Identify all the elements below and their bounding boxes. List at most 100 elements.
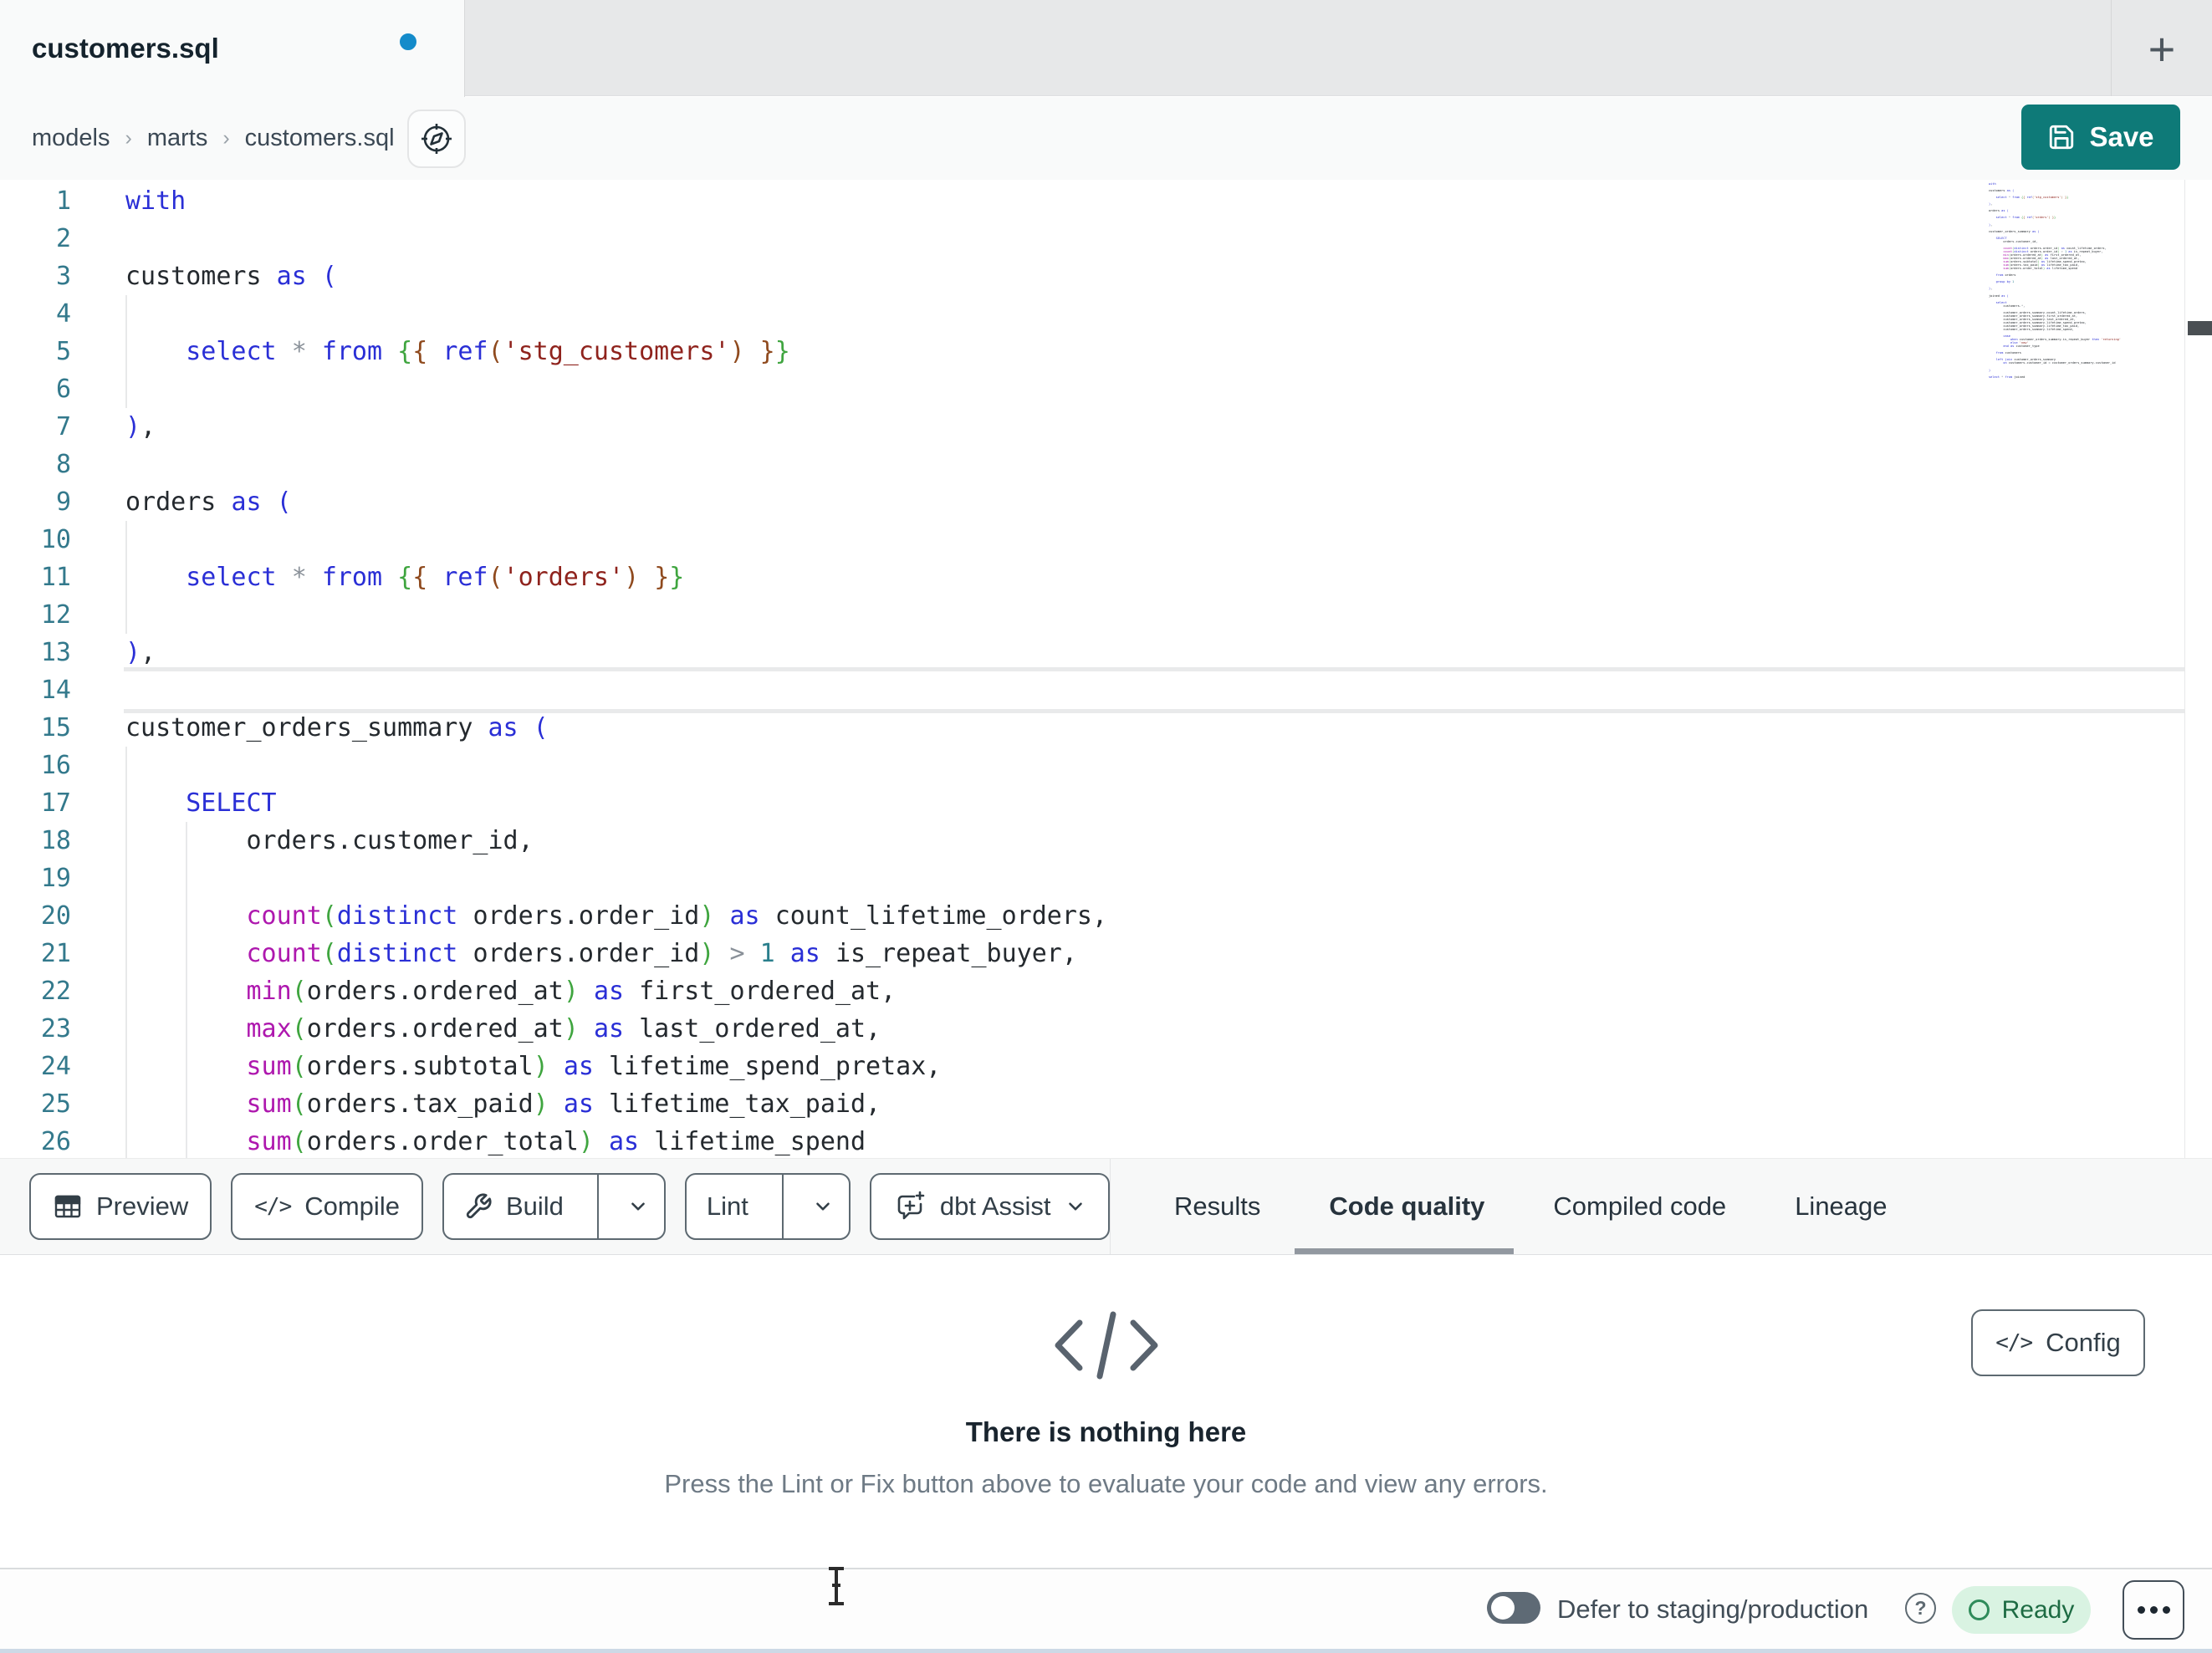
line-number: 7 [55, 412, 71, 441]
code-brackets-icon: </> [254, 1194, 292, 1219]
editor-action-buttons: Preview </> Compile Build Lint dbt Assis… [29, 1173, 1110, 1240]
config-button[interactable]: </> Config [1971, 1309, 2145, 1376]
line-number: 4 [55, 299, 71, 329]
line-number: 17 [40, 788, 71, 818]
code-line[interactable]: 20 count(distinct orders.order_id) as co… [0, 897, 2011, 935]
code-line[interactable]: 1 with [0, 182, 2011, 220]
text-cursor-pointer [824, 1565, 849, 1607]
code-line[interactable]: 11 select * from {{ ref('orders') }} [0, 559, 2011, 596]
file-tab-customers-sql[interactable]: customers.sql [0, 0, 465, 97]
status-bar: Defer to staging/production ? Ready [0, 1568, 2212, 1649]
tab-bar-divider [2111, 0, 2112, 96]
split-divider [596, 1175, 599, 1238]
tab-results[interactable]: Results [1174, 1191, 1260, 1222]
code-editor[interactable]: 1 with 2 3 customers as ( 4 5 select * from {{… [0, 180, 2212, 1162]
new-tab-button[interactable]: + [2131, 18, 2193, 79]
line-number: 10 [40, 525, 71, 554]
line-number: 19 [40, 864, 71, 893]
code-line[interactable]: 17 SELECT [0, 784, 2011, 822]
code-line[interactable]: 14 [0, 671, 2011, 709]
code-lines[interactable]: 1 with 2 3 customers as ( 4 5 select * from {{… [0, 182, 2011, 1161]
ellipsis-icon [2162, 1606, 2170, 1614]
code-line[interactable]: 26 sum(orders.order_total) as lifetime_s… [0, 1123, 2011, 1161]
line-number: 12 [40, 600, 71, 630]
line-number: 3 [55, 262, 71, 291]
code-line[interactable]: 19 [0, 860, 2011, 897]
code-line[interactable]: 22 min(orders.ordered_at) as first_order… [0, 972, 2011, 1010]
dbt-ide-window: customers.sql + models › marts › custome… [0, 0, 2212, 1653]
defer-toggle[interactable] [1487, 1592, 1540, 1624]
code-brackets-icon: </> [1995, 1330, 2033, 1355]
line-number: 2 [55, 224, 71, 253]
chevron-down-icon [627, 1196, 649, 1217]
code-line[interactable]: 18 orders.customer_id, [0, 822, 2011, 860]
lint-button-label: Lint [706, 1191, 748, 1221]
breadcrumb-bar: models › marts › customers.sql Save [0, 97, 2212, 180]
code-line[interactable]: 15 customer_orders_summary as ( [0, 709, 2011, 747]
line-number: 21 [40, 939, 71, 968]
code-line[interactable]: 3 customers as ( [0, 258, 2011, 295]
chevron-down-icon [1065, 1196, 1086, 1217]
action-bar-divider [1110, 1159, 1111, 1254]
code-line[interactable]: 2 [0, 220, 2011, 258]
result-panel-tabs: Results Code quality Compiled code Linea… [1174, 1159, 1888, 1254]
lint-split-button: Lint [684, 1173, 851, 1240]
more-options-button[interactable] [2123, 1580, 2184, 1640]
compile-button[interactable]: </> Compile [231, 1173, 423, 1240]
line-number: 13 [40, 638, 71, 667]
breadcrumb-separator: › [125, 126, 132, 150]
editor-scrollbar-thumb[interactable] [2188, 321, 2212, 335]
breadcrumb: models › marts › customers.sql [32, 97, 395, 180]
help-icon[interactable]: ? [1905, 1593, 1936, 1624]
code-line[interactable]: 5 select * from {{ ref('stg_customers') … [0, 333, 2011, 370]
code-line[interactable]: 16 [0, 747, 2011, 784]
code-line[interactable]: 7), [0, 408, 2011, 446]
code-line[interactable]: 4 [0, 295, 2011, 333]
tab-code-quality[interactable]: Code quality [1329, 1191, 1484, 1222]
lint-dropdown-button[interactable] [797, 1175, 849, 1238]
code-line[interactable]: 9 orders as ( [0, 483, 2011, 521]
code-line[interactable]: 13), [0, 634, 2011, 671]
lineage-compass-button[interactable] [407, 110, 466, 168]
line-number: 23 [40, 1014, 71, 1043]
line-number: 11 [40, 563, 71, 592]
editor-tab-bar: customers.sql + [0, 0, 2212, 97]
line-number: 6 [55, 375, 71, 404]
breadcrumb-item-marts[interactable]: marts [147, 125, 208, 152]
preview-button[interactable]: Preview [29, 1173, 212, 1240]
line-number: 26 [40, 1127, 71, 1156]
code-line[interactable]: 8 [0, 446, 2011, 483]
build-split-button: Build [442, 1173, 666, 1240]
breadcrumb-item-models[interactable]: models [32, 125, 110, 152]
build-button-label: Build [505, 1191, 564, 1221]
tab-compiled-code[interactable]: Compiled code [1553, 1191, 1726, 1222]
tab-lineage[interactable]: Lineage [1795, 1191, 1887, 1222]
chevron-down-icon [812, 1196, 834, 1217]
line-number: 24 [40, 1052, 71, 1081]
code-line[interactable]: 6 [0, 370, 2011, 408]
lint-button[interactable]: Lint [687, 1175, 769, 1238]
compass-icon [419, 121, 454, 156]
breadcrumb-item-file[interactable]: customers.sql [245, 125, 395, 152]
dbt-assist-button[interactable]: dbt Assist [869, 1173, 1110, 1240]
window-bottom-edge [0, 1649, 2212, 1653]
save-button-label: Save [2089, 121, 2154, 152]
breadcrumb-separator: › [222, 126, 230, 150]
code-line[interactable]: 21 count(distinct orders.order_id) > 1 a… [0, 935, 2011, 972]
save-button[interactable]: Save [2021, 105, 2180, 170]
code-line[interactable]: 25 sum(orders.tax_paid) as lifetime_tax_… [0, 1085, 2011, 1123]
code-line[interactable]: 10 [0, 521, 2011, 559]
code-line[interactable]: 24 sum(orders.subtotal) as lifetime_spen… [0, 1048, 2011, 1085]
config-button-label: Config [2046, 1328, 2121, 1357]
code-line[interactable]: 23 max(orders.ordered_at) as last_ordere… [0, 1010, 2011, 1048]
status-badge-ready[interactable]: Ready [1952, 1586, 2091, 1634]
unsaved-changes-indicator [400, 33, 416, 50]
line-number: 22 [40, 977, 71, 1006]
build-button[interactable]: Build [444, 1175, 584, 1238]
build-dropdown-button[interactable] [612, 1175, 664, 1238]
code-line[interactable]: 12 [0, 596, 2011, 634]
ready-label: Ready [2001, 1595, 2075, 1624]
active-tab-underline [1295, 1248, 1514, 1254]
action-bar: Preview </> Compile Build Lint dbt Assis… [0, 1158, 2212, 1255]
editor-minimap[interactable]: with customers as ( select * from {{ ref… [1989, 180, 2181, 1158]
